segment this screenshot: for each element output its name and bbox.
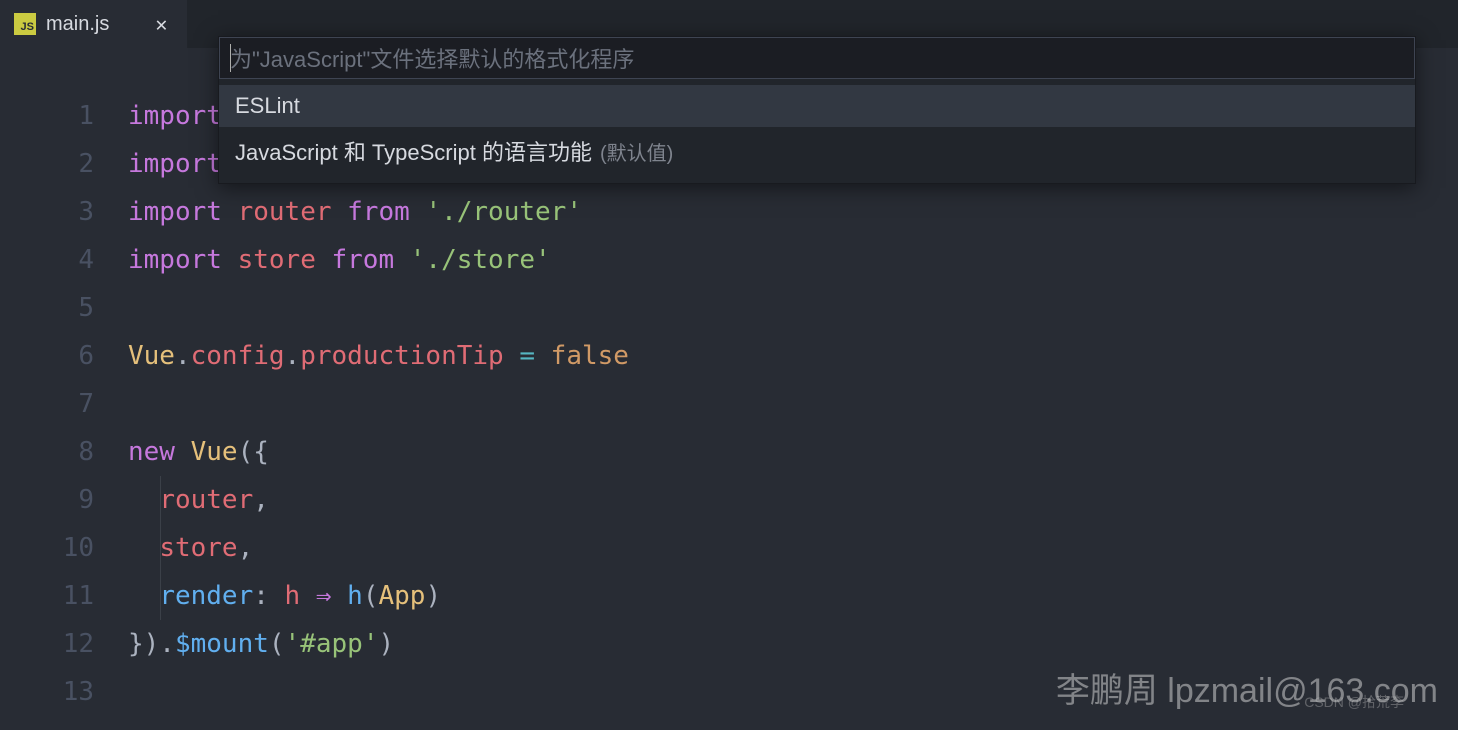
line-number: 8 [0,428,94,476]
option-label: ESLint [235,93,300,119]
code-line: }).$mount('#app') [128,620,1458,668]
formatter-picker: 为"JavaScript"文件选择默认的格式化程序 ESLint JavaScr… [218,36,1416,184]
code-line: import store from './store' [128,236,1458,284]
code-line: new Vue({ [128,428,1458,476]
line-number: 3 [0,188,94,236]
formatter-picker-list: ESLint JavaScript 和 TypeScript 的语言功能 (默认… [219,79,1415,183]
picker-placeholder: 为"JavaScript"文件选择默认的格式化程序 [230,42,634,74]
option-hint: (默认值) [600,137,673,166]
code-content[interactable]: import Vue from 'vue' import App from '.… [128,92,1458,716]
code-line [128,380,1458,428]
option-label: JavaScript 和 TypeScript 的语言功能 [235,135,592,167]
line-number: 12 [0,620,94,668]
formatter-picker-input[interactable]: 为"JavaScript"文件选择默认的格式化程序 [219,37,1415,79]
line-number: 11 [0,572,94,620]
line-gutter: 1 2 3 4 5 6 7 8 9 10 11 12 13 [0,92,128,716]
line-number: 2 [0,140,94,188]
code-line: store, [128,524,1458,572]
line-number: 1 [0,92,94,140]
line-number: 13 [0,668,94,716]
line-number: 6 [0,332,94,380]
javascript-file-icon: JS [14,13,36,35]
code-line [128,284,1458,332]
editor-tab[interactable]: JS main.js ✕ [0,0,187,48]
line-number: 4 [0,236,94,284]
tab-filename: main.js [46,13,109,36]
code-line [128,668,1458,716]
line-number: 5 [0,284,94,332]
line-number: 9 [0,476,94,524]
code-line: import router from './router' [128,188,1458,236]
formatter-option-eslint[interactable]: ESLint [219,85,1415,127]
line-number: 7 [0,380,94,428]
line-number: 10 [0,524,94,572]
code-line: render: h ⇒ h(App) [128,572,1458,620]
code-line: Vue.config.productionTip = false [128,332,1458,380]
formatter-option-typescript[interactable]: JavaScript 和 TypeScript 的语言功能 (默认值) [219,127,1415,175]
close-icon[interactable]: ✕ [147,8,175,40]
code-line: router, [128,476,1458,524]
